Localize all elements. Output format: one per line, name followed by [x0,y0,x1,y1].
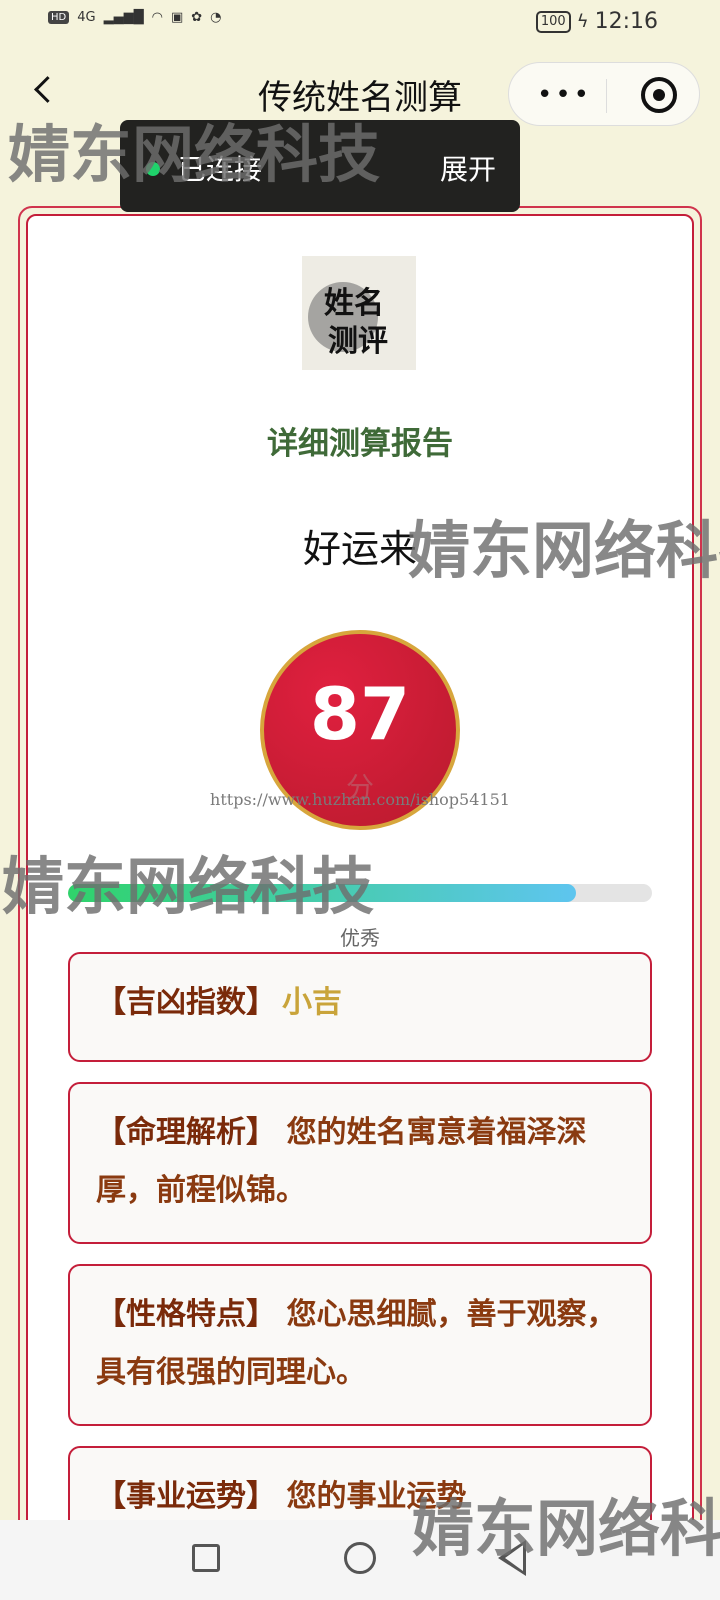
clock: 12:16 [594,9,658,34]
career-label: 【事业运势】 [96,1479,276,1514]
home-icon[interactable] [344,1542,376,1574]
rating-label: 优秀 [340,926,380,950]
url-watermark: https://www.huzhan.com/ishop54151 [210,790,510,809]
destiny-analysis-label: 【命理解析】 [96,1115,276,1150]
report-title: 详细测算报告 [267,426,453,462]
network-label: 4G [77,10,96,25]
logo-text-line2: 测评 [328,324,388,359]
fortune-index-label: 【吉凶指数】 [96,985,276,1020]
signal-icon: ▂▄▆█ [103,10,144,25]
paw-icon: ✿ [191,10,203,25]
status-icons-right: 100 ϟ 12:16 [535,9,658,34]
expand-button[interactable]: 展开 [440,148,496,188]
target-icon[interactable] [641,77,677,113]
wifi-icon: ◠ [151,10,163,25]
score-value: 87 [309,672,411,756]
capsule-divider [606,79,607,113]
recent-apps-icon[interactable] [192,1544,220,1572]
wechat-icon: ◔ [210,10,222,25]
personality-box: 【性格特点】 您心思细腻，善于观察，具有很强的同理心。 [68,1264,652,1426]
fortune-index-box: 【吉凶指数】 小吉 [68,952,652,1062]
personality-label: 【性格特点】 [96,1297,276,1332]
status-bar: HD 4G ▂▄▆█ ◠ ▣ ✿ ◔ 100 ϟ 12:16 [0,0,720,46]
company-watermark: 婧东网络科技 [408,514,720,587]
more-dots-icon[interactable]: ••• [537,82,589,108]
status-icons-left: HD 4G ▂▄▆█ ◠ ▣ ✿ ◔ [48,10,221,25]
charging-icon: ϟ [576,11,589,32]
company-watermark: 婧东网络科技 [412,1492,720,1565]
fortune-index-value: 小吉 [282,985,342,1020]
destiny-analysis-box: 【命理解析】 您的姓名寓意着福泽深厚，前程似锦。 [68,1082,652,1244]
app-thumbnail-icon: ▣ [170,10,184,25]
company-watermark: 婧东网络科技 [2,850,375,923]
company-watermark: 婧东网络科技 [8,118,381,191]
name-evaluation-logo: 姓名 测评 [302,256,416,370]
hd-icon: HD [48,11,70,24]
mini-program-capsule: ••• [508,62,700,126]
battery-icon: 100 [535,10,571,33]
